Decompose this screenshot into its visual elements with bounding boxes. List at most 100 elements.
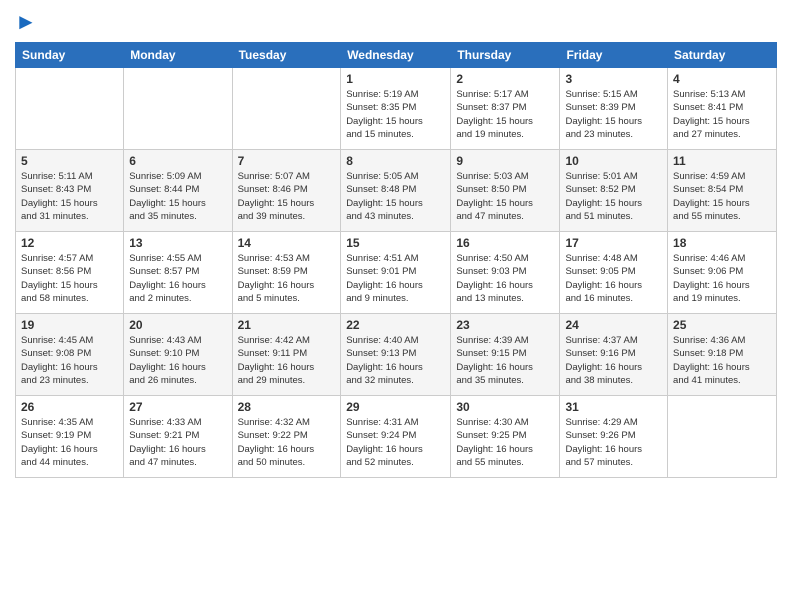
day-number: 11: [673, 154, 771, 168]
day-info: Sunrise: 4:39 AM Sunset: 9:15 PM Dayligh…: [456, 334, 554, 387]
calendar-header-friday: Friday: [560, 43, 668, 68]
calendar-header-saturday: Saturday: [668, 43, 777, 68]
calendar-cell: 8 Sunrise: 5:05 AM Sunset: 8:48 PM Daylig…: [341, 150, 451, 232]
day-number: 10: [565, 154, 662, 168]
calendar-cell: 12 Sunrise: 4:57 AM Sunset: 8:56 PM Dayli…: [16, 232, 124, 314]
day-number: 16: [456, 236, 554, 250]
day-number: 28: [238, 400, 336, 414]
page: ► SundayMondayTuesdayWednesdayThursdayFr…: [0, 0, 792, 612]
day-info: Sunrise: 4:37 AM Sunset: 9:16 PM Dayligh…: [565, 334, 662, 387]
day-info: Sunrise: 4:35 AM Sunset: 9:19 PM Dayligh…: [21, 416, 118, 469]
day-number: 21: [238, 318, 336, 332]
day-number: 23: [456, 318, 554, 332]
calendar-header-row: SundayMondayTuesdayWednesdayThursdayFrid…: [16, 43, 777, 68]
calendar-cell: 16 Sunrise: 4:50 AM Sunset: 9:03 PM Dayli…: [451, 232, 560, 314]
calendar-cell: [16, 68, 124, 150]
day-info: Sunrise: 4:40 AM Sunset: 9:13 PM Dayligh…: [346, 334, 445, 387]
day-number: 19: [21, 318, 118, 332]
day-info: Sunrise: 5:15 AM Sunset: 8:39 PM Dayligh…: [565, 88, 662, 141]
day-number: 5: [21, 154, 118, 168]
calendar-week-4: 19 Sunrise: 4:45 AM Sunset: 9:08 PM Dayli…: [16, 314, 777, 396]
day-number: 20: [129, 318, 226, 332]
calendar-cell: 11 Sunrise: 4:59 AM Sunset: 8:54 PM Dayli…: [668, 150, 777, 232]
day-number: 31: [565, 400, 662, 414]
day-number: 30: [456, 400, 554, 414]
calendar-week-3: 12 Sunrise: 4:57 AM Sunset: 8:56 PM Dayli…: [16, 232, 777, 314]
day-info: Sunrise: 4:51 AM Sunset: 9:01 PM Dayligh…: [346, 252, 445, 305]
day-number: 17: [565, 236, 662, 250]
calendar-cell: [232, 68, 341, 150]
day-number: 13: [129, 236, 226, 250]
calendar-week-5: 26 Sunrise: 4:35 AM Sunset: 9:19 PM Dayli…: [16, 396, 777, 478]
day-info: Sunrise: 4:31 AM Sunset: 9:24 PM Dayligh…: [346, 416, 445, 469]
day-number: 22: [346, 318, 445, 332]
calendar-cell: 2 Sunrise: 5:17 AM Sunset: 8:37 PM Daylig…: [451, 68, 560, 150]
day-info: Sunrise: 5:03 AM Sunset: 8:50 PM Dayligh…: [456, 170, 554, 223]
calendar-cell: 5 Sunrise: 5:11 AM Sunset: 8:43 PM Daylig…: [16, 150, 124, 232]
calendar-cell: 1Sunrise: 5:19 AM Sunset: 8:35 PM Daylig…: [341, 68, 451, 150]
day-info: Sunrise: 4:48 AM Sunset: 9:05 PM Dayligh…: [565, 252, 662, 305]
calendar-cell: 25 Sunrise: 4:36 AM Sunset: 9:18 PM Dayli…: [668, 314, 777, 396]
logo: ►: [15, 10, 37, 34]
calendar-cell: 21 Sunrise: 4:42 AM Sunset: 9:11 PM Dayli…: [232, 314, 341, 396]
day-number: 4: [673, 72, 771, 86]
calendar-cell: 10 Sunrise: 5:01 AM Sunset: 8:52 PM Dayli…: [560, 150, 668, 232]
calendar-week-1: 1Sunrise: 5:19 AM Sunset: 8:35 PM Daylig…: [16, 68, 777, 150]
calendar-cell: 4Sunrise: 5:13 AM Sunset: 8:41 PM Daylig…: [668, 68, 777, 150]
calendar-cell: 13 Sunrise: 4:55 AM Sunset: 8:57 PM Dayli…: [124, 232, 232, 314]
calendar-header-monday: Monday: [124, 43, 232, 68]
day-info: Sunrise: 4:46 AM Sunset: 9:06 PM Dayligh…: [673, 252, 771, 305]
day-info: Sunrise: 5:07 AM Sunset: 8:46 PM Dayligh…: [238, 170, 336, 223]
day-number: 27: [129, 400, 226, 414]
calendar-cell: 26 Sunrise: 4:35 AM Sunset: 9:19 PM Dayli…: [16, 396, 124, 478]
day-info: Sunrise: 4:32 AM Sunset: 9:22 PM Dayligh…: [238, 416, 336, 469]
calendar: SundayMondayTuesdayWednesdayThursdayFrid…: [15, 42, 777, 478]
day-number: 15: [346, 236, 445, 250]
calendar-header-wednesday: Wednesday: [341, 43, 451, 68]
day-info: Sunrise: 4:45 AM Sunset: 9:08 PM Dayligh…: [21, 334, 118, 387]
day-info: Sunrise: 4:36 AM Sunset: 9:18 PM Dayligh…: [673, 334, 771, 387]
calendar-cell: [124, 68, 232, 150]
day-info: Sunrise: 4:55 AM Sunset: 8:57 PM Dayligh…: [129, 252, 226, 305]
day-number: 7: [238, 154, 336, 168]
day-info: Sunrise: 5:17 AM Sunset: 8:37 PM Dayligh…: [456, 88, 554, 141]
day-info: Sunrise: 5:09 AM Sunset: 8:44 PM Dayligh…: [129, 170, 226, 223]
calendar-cell: 24 Sunrise: 4:37 AM Sunset: 9:16 PM Dayli…: [560, 314, 668, 396]
day-number: 6: [129, 154, 226, 168]
calendar-week-2: 5 Sunrise: 5:11 AM Sunset: 8:43 PM Daylig…: [16, 150, 777, 232]
day-info: Sunrise: 4:53 AM Sunset: 8:59 PM Dayligh…: [238, 252, 336, 305]
day-info: Sunrise: 5:01 AM Sunset: 8:52 PM Dayligh…: [565, 170, 662, 223]
calendar-cell: 6 Sunrise: 5:09 AM Sunset: 8:44 PM Daylig…: [124, 150, 232, 232]
day-info: Sunrise: 4:30 AM Sunset: 9:25 PM Dayligh…: [456, 416, 554, 469]
calendar-cell: 30 Sunrise: 4:30 AM Sunset: 9:25 PM Dayli…: [451, 396, 560, 478]
day-info: Sunrise: 4:59 AM Sunset: 8:54 PM Dayligh…: [673, 170, 771, 223]
day-number: 8: [346, 154, 445, 168]
day-number: 9: [456, 154, 554, 168]
calendar-cell: 20 Sunrise: 4:43 AM Sunset: 9:10 PM Dayli…: [124, 314, 232, 396]
calendar-cell: 31 Sunrise: 4:29 AM Sunset: 9:26 PM Dayli…: [560, 396, 668, 478]
day-number: 1: [346, 72, 445, 86]
calendar-cell: 27 Sunrise: 4:33 AM Sunset: 9:21 PM Dayli…: [124, 396, 232, 478]
day-number: 29: [346, 400, 445, 414]
calendar-cell: 28 Sunrise: 4:32 AM Sunset: 9:22 PM Dayli…: [232, 396, 341, 478]
day-info: Sunrise: 4:42 AM Sunset: 9:11 PM Dayligh…: [238, 334, 336, 387]
day-info: Sunrise: 4:33 AM Sunset: 9:21 PM Dayligh…: [129, 416, 226, 469]
day-info: Sunrise: 4:43 AM Sunset: 9:10 PM Dayligh…: [129, 334, 226, 387]
calendar-cell: [668, 396, 777, 478]
day-number: 12: [21, 236, 118, 250]
day-info: Sunrise: 4:29 AM Sunset: 9:26 PM Dayligh…: [565, 416, 662, 469]
calendar-cell: 14Sunrise: 4:53 AM Sunset: 8:59 PM Dayli…: [232, 232, 341, 314]
calendar-cell: 22 Sunrise: 4:40 AM Sunset: 9:13 PM Dayli…: [341, 314, 451, 396]
calendar-cell: 15 Sunrise: 4:51 AM Sunset: 9:01 PM Dayli…: [341, 232, 451, 314]
day-number: 3: [565, 72, 662, 86]
day-number: 24: [565, 318, 662, 332]
calendar-cell: 17 Sunrise: 4:48 AM Sunset: 9:05 PM Dayli…: [560, 232, 668, 314]
day-info: Sunrise: 4:50 AM Sunset: 9:03 PM Dayligh…: [456, 252, 554, 305]
day-info: Sunrise: 5:11 AM Sunset: 8:43 PM Dayligh…: [21, 170, 118, 223]
day-info: Sunrise: 4:57 AM Sunset: 8:56 PM Dayligh…: [21, 252, 118, 305]
day-info: Sunrise: 5:05 AM Sunset: 8:48 PM Dayligh…: [346, 170, 445, 223]
header: ►: [15, 10, 777, 34]
day-number: 2: [456, 72, 554, 86]
day-number: 25: [673, 318, 771, 332]
day-number: 26: [21, 400, 118, 414]
